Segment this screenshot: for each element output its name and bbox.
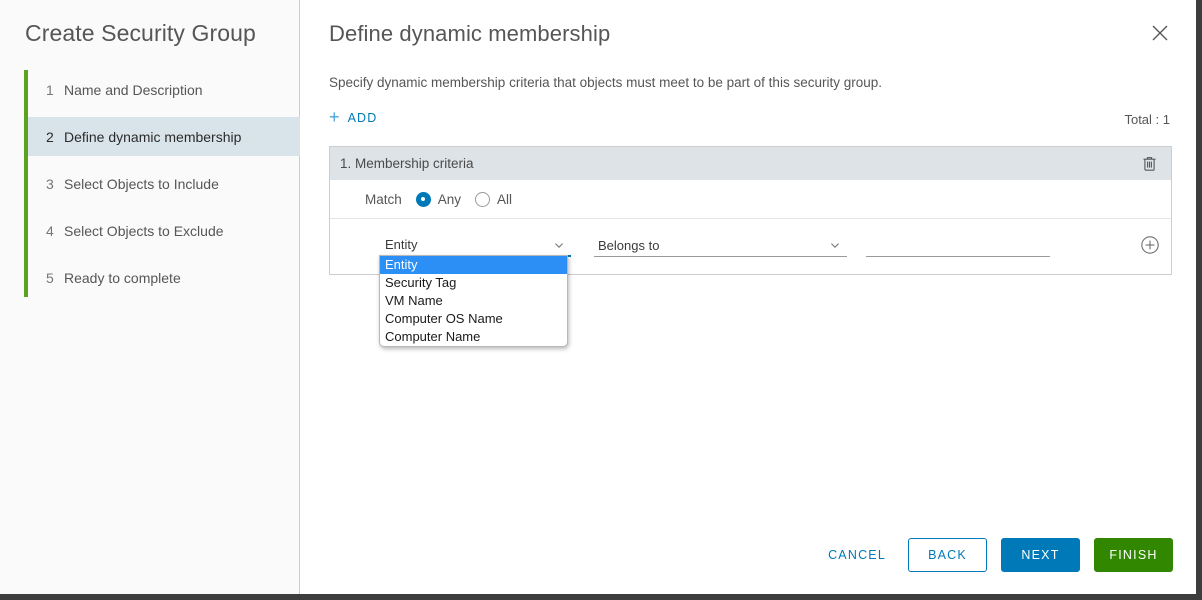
dropdown-option-computer-os-name[interactable]: Computer OS Name [380,310,567,328]
chevron-down-icon [829,239,841,251]
criteria-card-header: 1. Membership criteria [330,147,1171,180]
plus-circle-icon[interactable] [1140,235,1160,255]
step-label: Ready to complete [64,270,181,286]
add-criteria-button[interactable]: + ADD [329,109,377,127]
radio-label: All [497,192,512,207]
sidebar-item-name-and-description[interactable]: 1 Name and Description [28,70,300,109]
dialog-footer: CANCEL BACK NEXT FINISH [820,538,1173,572]
step-label: Select Objects to Exclude [64,223,224,239]
match-row: Match Any All [330,180,1171,219]
add-button-label: ADD [348,111,378,125]
dropdown-option-entity[interactable]: Entity [380,256,567,274]
cancel-button[interactable]: CANCEL [820,538,894,572]
criteria-card-title: 1. Membership criteria [340,156,474,171]
trash-icon[interactable] [1140,154,1159,173]
page-description: Specify dynamic membership criteria that… [329,75,882,90]
plus-icon: + [329,108,341,126]
wizard-sidebar: Create Security Group 1 Name and Descrip… [0,0,300,594]
step-label: Select Objects to Include [64,176,219,192]
finish-button[interactable]: FINISH [1094,538,1173,572]
match-label: Match [365,192,402,207]
page-title: Define dynamic membership [329,21,610,47]
operator-select[interactable]: Belongs to [594,234,847,257]
step-number: 4 [46,223,64,239]
step-number: 1 [46,82,64,98]
radio-icon [475,192,490,207]
create-security-group-dialog: Create Security Group 1 Name and Descrip… [0,0,1202,600]
chevron-down-icon [553,239,565,251]
entity-select-value: Entity [381,237,553,252]
step-number: 5 [46,270,64,286]
dropdown-option-security-tag[interactable]: Security Tag [380,274,567,292]
step-label: Define dynamic membership [64,129,241,145]
wizard-step-list: 1 Name and Description 2 Define dynamic … [24,70,300,297]
step-label: Name and Description [64,82,203,98]
entity-select[interactable]: Entity [381,234,571,257]
radio-label: Any [438,192,461,207]
sidebar-item-select-objects-to-exclude[interactable]: 4 Select Objects to Exclude [28,211,300,250]
sidebar-item-define-dynamic-membership[interactable]: 2 Define dynamic membership [28,117,300,156]
dropdown-option-computer-name[interactable]: Computer Name [380,328,567,346]
dropdown-option-vm-name[interactable]: VM Name [380,292,567,310]
total-count-label: Total : 1 [1124,112,1170,127]
sidebar-item-ready-to-complete[interactable]: 5 Ready to complete [28,258,300,297]
step-number: 2 [46,129,64,145]
next-button[interactable]: NEXT [1001,538,1080,572]
wizard-title: Create Security Group [25,20,256,47]
operator-select-value: Belongs to [594,238,829,253]
close-icon[interactable] [1149,22,1171,44]
sidebar-item-select-objects-to-include[interactable]: 3 Select Objects to Include [28,164,300,203]
back-button[interactable]: BACK [908,538,987,572]
step-number: 3 [46,176,64,192]
criteria-value-input[interactable] [866,234,1050,257]
entity-dropdown-menu[interactable]: Entity Security Tag VM Name Computer OS … [379,255,568,347]
radio-match-any[interactable]: Any [416,192,461,207]
radio-match-all[interactable]: All [475,192,512,207]
radio-icon [416,192,431,207]
